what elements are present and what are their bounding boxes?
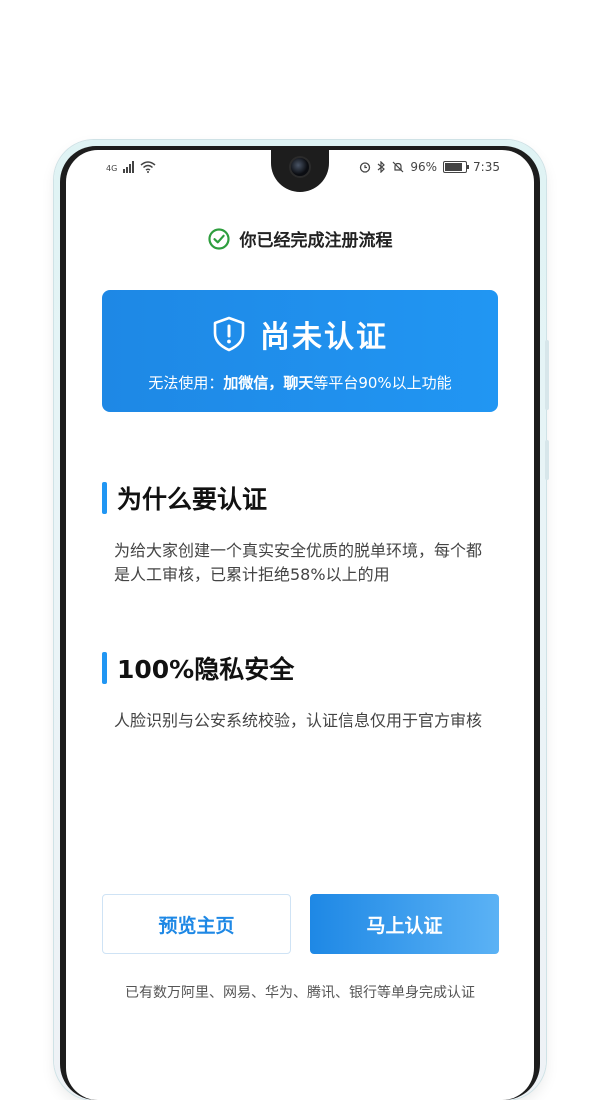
section-why-verify-title: 为什么要认证 xyxy=(102,480,267,516)
volume-button xyxy=(545,340,549,410)
card-title: 尚未认证 xyxy=(260,320,388,355)
status-right: 96% 7:35 xyxy=(359,160,500,174)
footer-note: 已有数万阿里、网易、华为、腾讯、银行等单身完成认证 xyxy=(125,985,475,1001)
section-accent-bar xyxy=(102,482,107,514)
status-left: 4G xyxy=(106,161,156,173)
alarm-icon xyxy=(360,162,371,173)
card-desc-prefix: 无法使用： xyxy=(148,374,224,392)
section-privacy-text: 人脸识别与公安系统校验，认证信息仅用于官方审核 xyxy=(114,711,483,730)
clock-time: 7:35 xyxy=(473,160,500,174)
preview-homepage-button[interactable]: 预览主页 xyxy=(102,894,291,954)
battery-percent: 96% xyxy=(410,160,438,174)
network-label: 4G xyxy=(106,164,118,173)
phone-frame: 4G 96% 7:35 你已经完成注册流程 尚未认证 无法使用：加微信，聊天等平… xyxy=(54,140,549,1100)
unverified-card: 尚未认证 无法使用：加微信，聊天等平台90%以上功能 xyxy=(102,290,498,412)
card-description: 无法使用：加微信，聊天等平台90%以上功能 xyxy=(102,372,498,393)
app-screen: 4G 96% 7:35 你已经完成注册流程 尚未认证 无法使用：加微信，聊天等平… xyxy=(66,150,534,1100)
section-title-text: 为什么要认证 xyxy=(117,485,268,514)
shield-alert-icon xyxy=(213,316,245,352)
section-why-verify-text: 为给大家创建一个真实安全优质的脱单环境，每个都是人工审核，已累计拒绝58%以上的… xyxy=(114,541,483,584)
wifi-icon xyxy=(140,161,156,173)
registration-complete-line: 你已经完成注册流程 xyxy=(66,226,534,251)
section-privacy-title: 100%隐私安全 xyxy=(102,650,294,686)
card-desc-bold: 加微信，聊天 xyxy=(223,374,314,392)
battery-icon xyxy=(443,161,470,173)
status-bar: 4G 96% 7:35 xyxy=(66,160,534,178)
section-title-text: 100%隐私安全 xyxy=(117,655,295,684)
mute-bell-icon xyxy=(392,161,404,173)
verify-now-button[interactable]: 马上认证 xyxy=(310,894,499,954)
power-button xyxy=(545,440,549,480)
card-desc-suffix: 等平台90%以上功能 xyxy=(313,374,452,392)
registration-complete-text: 你已经完成注册流程 xyxy=(239,231,393,251)
signal-icon xyxy=(123,161,135,173)
card-title-row: 尚未认证 xyxy=(102,312,498,356)
check-circle-icon xyxy=(207,227,230,250)
phone-bezel: 4G 96% 7:35 你已经完成注册流程 尚未认证 无法使用：加微信，聊天等平… xyxy=(60,146,540,1100)
bluetooth-icon xyxy=(377,161,386,173)
section-accent-bar xyxy=(102,652,107,684)
battery-fill xyxy=(445,163,463,171)
